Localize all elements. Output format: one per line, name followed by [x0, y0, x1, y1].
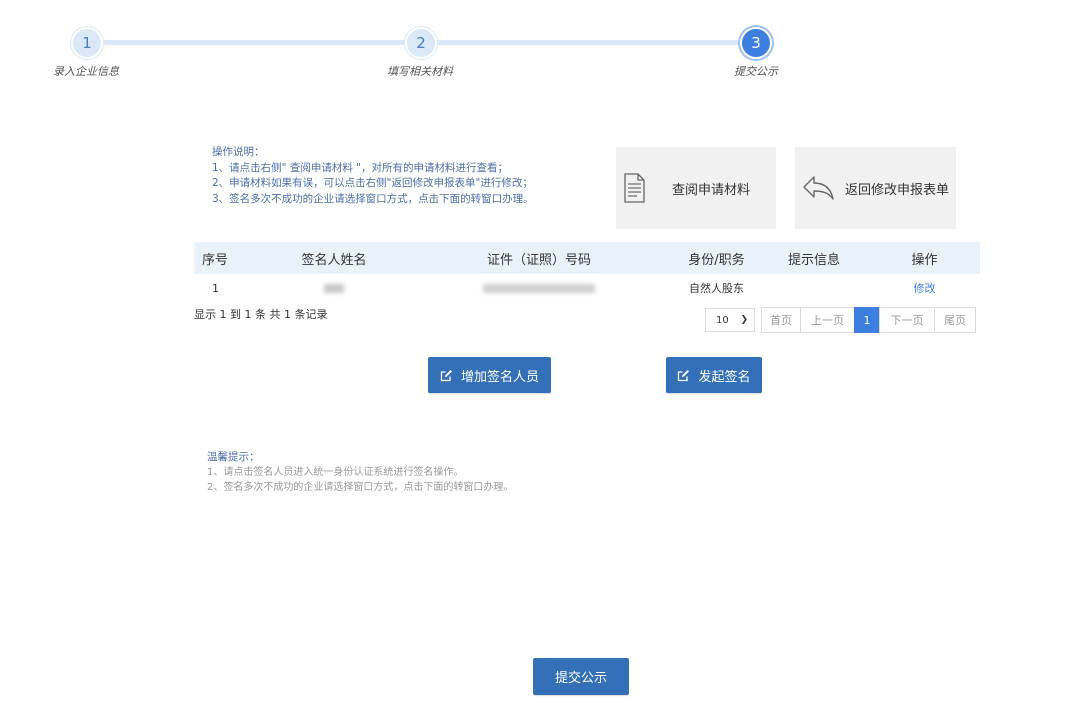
header-id-number: 证件（证照）号码: [486, 252, 591, 268]
header-operation: 操作: [911, 252, 938, 268]
pagination: 10 ❯ 首页 上一页 1 下一页 尾页: [705, 307, 976, 333]
add-signer-button[interactable]: 增加签名人员: [428, 357, 551, 393]
instruction-line: 3、签名多次不成功的企业请选择窗口方式，点击下面的转窗口办理。: [212, 192, 534, 205]
header-role: 身份/职务: [688, 252, 745, 268]
cell-operation: 修改: [869, 280, 980, 296]
header-no: 序号: [202, 252, 229, 268]
document-icon: [620, 173, 648, 203]
cell-name-redacted: [264, 282, 404, 295]
header-tip: 提示信息: [787, 252, 840, 268]
back-to-edit-button[interactable]: 返回修改申报表单: [795, 147, 956, 229]
progress-stepper: 1 2 3 录入企业信息 填写相关材料 提交公示: [0, 0, 1080, 90]
chevron-down-icon: ❯: [740, 315, 748, 325]
table-row: 1 自然人股东 修改: [194, 274, 980, 302]
step-1-circle: 1: [71, 27, 103, 59]
step-connector-1: [98, 40, 406, 45]
first-page-button[interactable]: 首页: [761, 307, 801, 333]
record-count: 显示 1 到 1 条 共 1 条记录: [194, 308, 328, 321]
prev-page-button[interactable]: 上一页: [800, 307, 855, 333]
view-materials-label: 查阅申请材料: [672, 182, 751, 198]
page-size-value: 10: [716, 314, 729, 326]
current-page-button[interactable]: 1: [854, 307, 880, 333]
last-page-button[interactable]: 尾页: [934, 307, 976, 333]
submit-publicity-button[interactable]: 提交公示: [533, 658, 629, 695]
cell-id-redacted: [404, 282, 674, 295]
view-materials-button[interactable]: 查阅申请材料: [616, 147, 776, 229]
page-size-select[interactable]: 10 ❯: [705, 308, 755, 332]
back-to-edit-label: 返回修改申报表单: [845, 182, 950, 198]
start-sign-button[interactable]: 发起签名: [666, 357, 762, 393]
edit-icon: [677, 369, 690, 382]
operation-instructions: 操作说明： 1、请点击右侧" 查阅申请材料 "，对所有的申请材料进行查看； 2、…: [212, 145, 534, 207]
instruction-line: 2、申请材料如果有误，可以点击右侧"返回修改申报表单"进行修改；: [212, 177, 533, 189]
tip-line: 2、签名多次不成功的企业请选择窗口方式，点击下面的转窗口办理。: [207, 482, 514, 493]
step-2-circle: 2: [405, 27, 437, 59]
tip-line: 1、请点击签名人员进入统一身份认证系统进行签名操作。: [207, 467, 464, 478]
instruction-line: 1、请点击右侧" 查阅申请材料 "，对所有的申请材料进行查看；: [212, 161, 509, 174]
step-3-label: 提交公示: [734, 65, 778, 78]
tips-title: 温馨提示：: [207, 451, 260, 463]
add-signer-label: 增加签名人员: [460, 369, 539, 385]
step-2-label: 填写相关材料: [387, 65, 453, 78]
reply-arrow-icon: [801, 174, 835, 202]
redacted-name: [324, 284, 344, 293]
edit-link[interactable]: 修改: [914, 282, 936, 295]
step-1-label: 录入企业信息: [53, 65, 119, 78]
step-3-circle-active: 3: [740, 27, 772, 59]
start-sign-label: 发起签名: [698, 369, 751, 385]
edit-icon: [440, 369, 453, 382]
cell-no: 1: [212, 281, 219, 295]
step-connector-2: [432, 40, 742, 45]
signers-table: 序号 签名人姓名 证件（证照）号码 身份/职务 提示信息 操作 1 自然人股东 …: [194, 242, 980, 302]
warm-tips: 温馨提示： 1、请点击签名人员进入统一身份认证系统进行签名操作。 2、签名多次不…: [207, 450, 513, 495]
instructions-title: 操作说明：: [212, 146, 265, 158]
redacted-id-number: [483, 284, 595, 293]
header-name: 签名人姓名: [301, 252, 367, 268]
cell-role: 自然人股东: [689, 282, 744, 295]
table-header: 序号 签名人姓名 证件（证照）号码 身份/职务 提示信息 操作: [194, 242, 980, 274]
next-page-button[interactable]: 下一页: [879, 307, 935, 333]
